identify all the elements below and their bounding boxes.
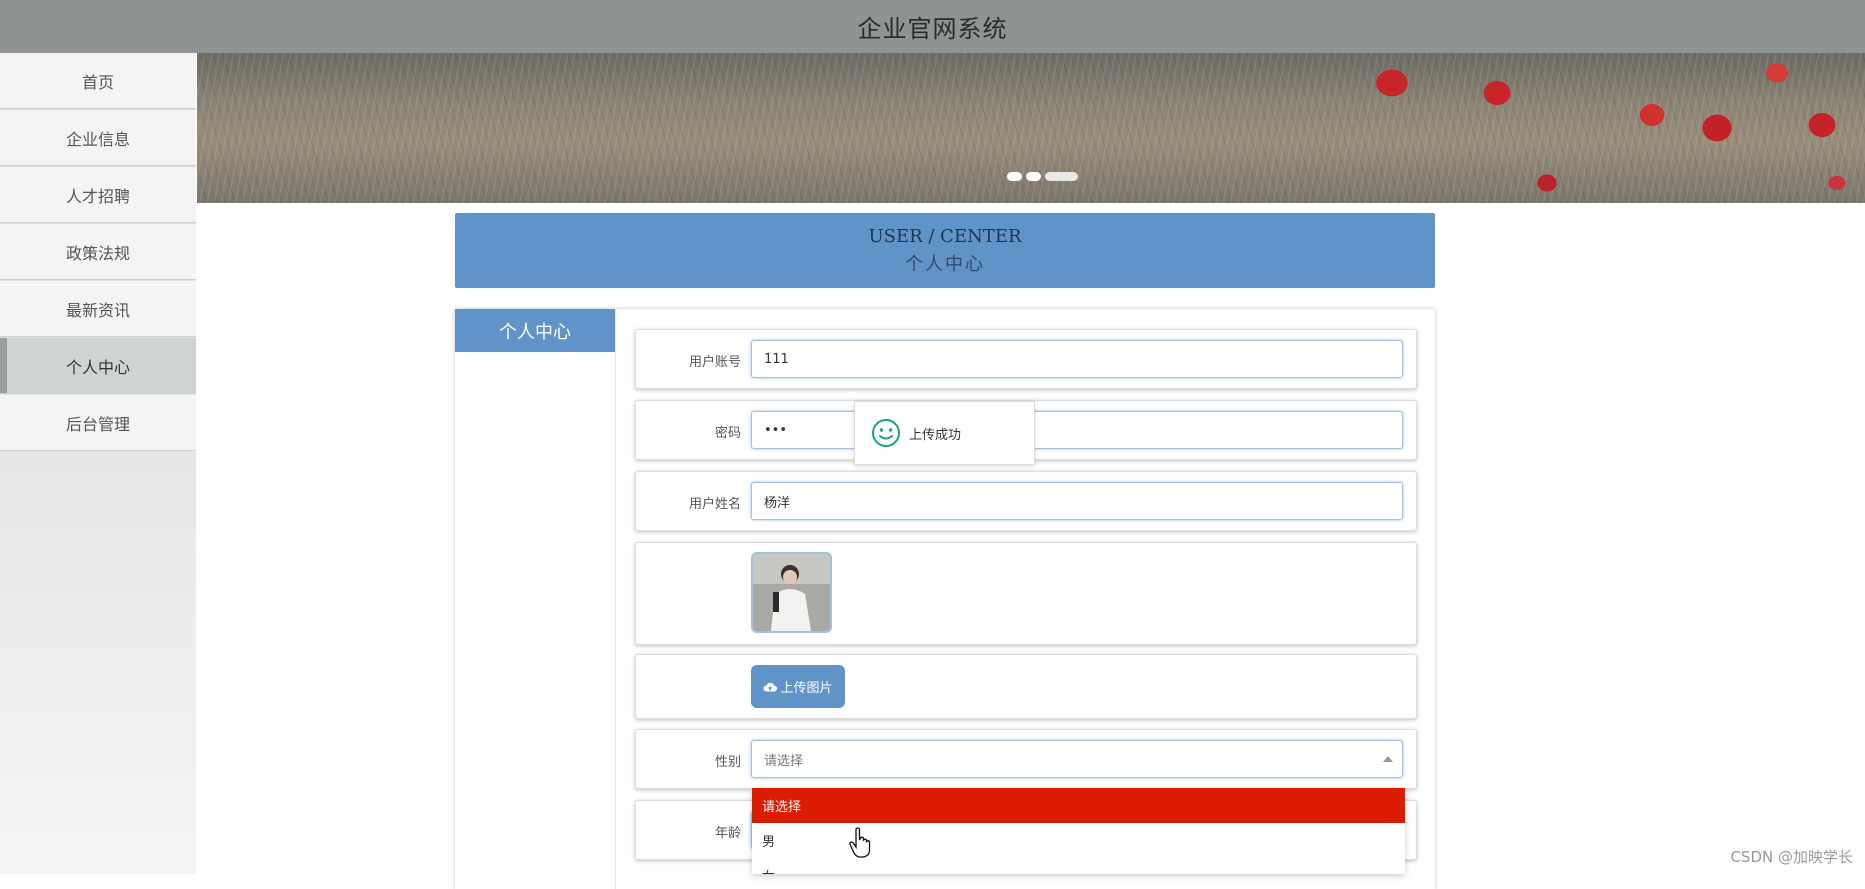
sidebar-item-label: 后台管理 xyxy=(65,414,130,434)
caret-up-icon xyxy=(1383,756,1393,762)
watermark: CSDN @加映学长 xyxy=(1730,848,1853,866)
sidebar-item-company-info[interactable]: 企业信息 xyxy=(0,110,196,166)
age-label: 年龄 xyxy=(714,826,741,841)
app-title: 企业官网系统 xyxy=(857,15,1008,43)
toast-text: 上传成功 xyxy=(909,427,962,443)
gender-option[interactable]: 女 xyxy=(752,858,1405,874)
section-title-en: USER / CENTER xyxy=(868,226,1022,247)
upload-image-button[interactable]: 上传图片 xyxy=(751,665,845,708)
person-photo-icon xyxy=(753,554,830,631)
upload-row: 上传图片 xyxy=(635,654,1417,719)
gender-select-value: 请选择 xyxy=(764,753,804,769)
gender-select[interactable]: 请选择 xyxy=(751,740,1403,778)
banner-carousel xyxy=(197,53,1865,203)
password-field[interactable]: ••• xyxy=(751,411,1403,449)
hand-cursor-icon xyxy=(849,827,871,858)
avatar-image xyxy=(751,552,832,633)
name-label: 用户姓名 xyxy=(688,497,741,512)
carousel-dot-2[interactable] xyxy=(1026,172,1041,181)
tab-user-center[interactable]: 个人中心 xyxy=(455,309,615,352)
upload-button-label: 上传图片 xyxy=(780,681,833,696)
carousel-indicators xyxy=(1007,172,1078,181)
section-title-cn: 个人中心 xyxy=(905,254,985,275)
gender-row: 性别 请选择 xyxy=(635,729,1417,789)
gender-label: 性别 xyxy=(714,755,741,770)
name-field[interactable]: 杨洋 xyxy=(751,482,1403,520)
sidebar-item-label: 人才招聘 xyxy=(65,186,130,206)
sidebar-item-label: 个人中心 xyxy=(65,357,130,377)
sidebar-item-policies[interactable]: 政策法规 xyxy=(0,224,196,280)
account-label: 用户账号 xyxy=(688,355,741,370)
sidebar-item-label: 政策法规 xyxy=(65,243,130,263)
app-header: 企业官网系统 xyxy=(0,0,1865,53)
sidebar-item-label: 首页 xyxy=(81,72,114,92)
sidebar-item-admin[interactable]: 后台管理 xyxy=(0,395,196,451)
sidebar-item-news[interactable]: 最新资讯 xyxy=(0,281,196,337)
name-row: 用户姓名 杨洋 xyxy=(635,471,1417,531)
avatar-row xyxy=(635,542,1417,645)
sidebar-item-recruitment[interactable]: 人才招聘 xyxy=(0,167,196,223)
carousel-dot-3[interactable] xyxy=(1045,172,1078,181)
smile-icon xyxy=(872,419,900,447)
toast-message: 上传成功 xyxy=(854,401,1035,465)
section-title: USER / CENTER 个人中心 xyxy=(455,213,1435,288)
cloud-upload-icon xyxy=(763,682,778,691)
sidebar-item-home[interactable]: 首页 xyxy=(0,53,196,109)
password-label: 密码 xyxy=(714,426,741,441)
sidebar-item-user-center[interactable]: 个人中心 xyxy=(0,338,196,394)
sidebar-nav: 首页 企业信息 人才招聘 政策法规 最新资讯 个人中心 后台管理 xyxy=(0,53,196,874)
sidebar-item-label: 企业信息 xyxy=(65,129,130,149)
account-row: 用户账号 111 xyxy=(635,329,1417,389)
gender-option[interactable]: 请选择 xyxy=(752,788,1405,823)
sidebar-item-label: 最新资讯 xyxy=(65,300,130,320)
account-field[interactable]: 111 xyxy=(751,340,1403,378)
carousel-dot-1[interactable] xyxy=(1007,172,1022,181)
panel-divider xyxy=(615,309,616,889)
